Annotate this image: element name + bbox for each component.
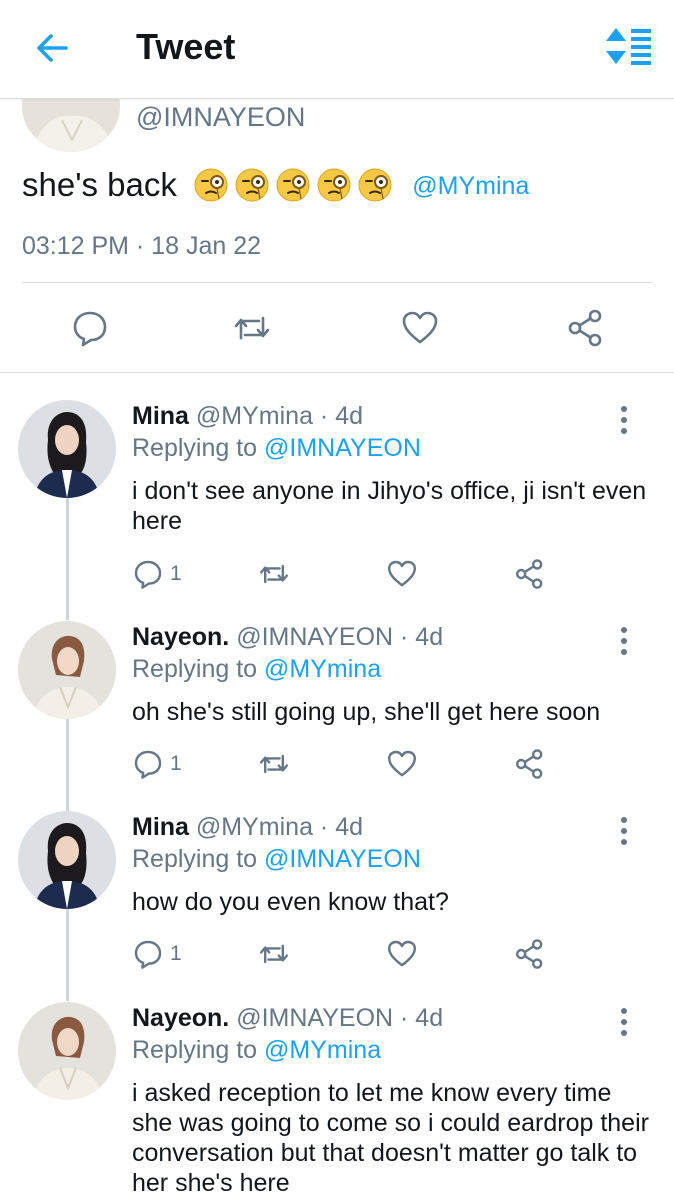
reply-avatar[interactable] xyxy=(18,1002,116,1100)
monocle-face-emoji-icon xyxy=(194,168,228,202)
reply-icon[interactable] xyxy=(132,558,164,590)
like-icon[interactable] xyxy=(400,308,440,348)
reply-author-name[interactable]: Nayeon. xyxy=(132,623,229,651)
emoji-group xyxy=(194,166,408,203)
reply-icon[interactable] xyxy=(132,938,164,970)
share-icon[interactable] xyxy=(566,308,606,348)
back-arrow-icon[interactable] xyxy=(32,28,72,68)
tweet-text: she's back @MYmina xyxy=(22,166,529,204)
reply-count: 1 xyxy=(170,562,182,585)
tweet-text-content: she's back xyxy=(22,166,177,203)
share-icon[interactable] xyxy=(514,558,546,590)
like-icon[interactable] xyxy=(386,558,418,590)
reply-text: how do you even know that? xyxy=(132,888,449,916)
reply-author-name[interactable]: Mina xyxy=(132,402,189,430)
reply-header: Mina @MYmina · 4d xyxy=(132,402,363,431)
like-icon[interactable] xyxy=(386,748,418,780)
divider xyxy=(0,372,674,373)
retweet-icon[interactable] xyxy=(258,748,290,780)
reply-icon[interactable] xyxy=(70,308,110,348)
reply-text: i don't see anyone in Jihyo's office, ji… xyxy=(132,477,647,535)
thread-connector xyxy=(66,498,69,620)
like-icon[interactable] xyxy=(386,938,418,970)
top-bar: Tweet xyxy=(0,0,674,99)
thread-connector xyxy=(66,719,69,811)
replying-to-mention[interactable]: @IMNAYEON xyxy=(264,845,421,873)
reply-meta: @IMNAYEON · 4d xyxy=(236,1004,444,1032)
reply-avatar[interactable] xyxy=(18,811,116,909)
reply-icon[interactable] xyxy=(132,748,164,780)
more-options-icon[interactable] xyxy=(612,404,636,436)
reply-avatar[interactable] xyxy=(18,621,116,719)
more-options-icon[interactable] xyxy=(612,1006,636,1038)
reply-author-name[interactable]: Mina xyxy=(132,813,189,841)
replying-to: Replying to @IMNAYEON xyxy=(132,845,421,874)
replying-to-label: Replying to xyxy=(132,655,258,683)
reply-header: Mina @MYmina · 4d xyxy=(132,813,363,842)
share-icon[interactable] xyxy=(514,748,546,780)
monocle-face-emoji-icon xyxy=(358,168,392,202)
reply-header: Nayeon. @IMNAYEON · 4d xyxy=(132,1004,443,1033)
reply-text: i asked reception to let me know every t… xyxy=(132,1079,649,1197)
replying-to-label: Replying to xyxy=(132,434,258,462)
reply-text: oh she's still going up, she'll get here… xyxy=(132,698,601,726)
page-title: Tweet xyxy=(136,26,236,67)
reply-meta: @IMNAYEON · 4d xyxy=(236,623,444,651)
tweet-timestamp: 03:12 PM · 18 Jan 22 xyxy=(22,232,262,260)
retweet-icon[interactable] xyxy=(258,558,290,590)
reply-header: Nayeon. @IMNAYEON · 4d xyxy=(132,623,443,652)
divider xyxy=(22,282,652,283)
tweet-mention-link[interactable]: @MYmina xyxy=(412,172,529,200)
share-icon[interactable] xyxy=(514,938,546,970)
monocle-face-emoji-icon xyxy=(276,168,310,202)
reply-author-name[interactable]: Nayeon. xyxy=(132,1004,229,1032)
more-options-icon[interactable] xyxy=(612,625,636,657)
more-options-icon[interactable] xyxy=(612,815,636,847)
reply-avatar[interactable] xyxy=(18,400,116,498)
replying-to-label: Replying to xyxy=(132,1036,258,1064)
monocle-face-emoji-icon xyxy=(235,168,269,202)
thread-connector xyxy=(66,909,69,1001)
reply-meta: @MYmina · 4d xyxy=(195,402,363,430)
retweet-icon[interactable] xyxy=(232,308,272,348)
replying-to: Replying to @MYmina xyxy=(132,1036,381,1065)
replying-to-label: Replying to xyxy=(132,845,258,873)
reply-meta: @MYmina · 4d xyxy=(195,813,363,841)
author-handle[interactable]: @IMNAYEON xyxy=(136,102,305,133)
reply-count: 1 xyxy=(170,752,182,775)
monocle-face-emoji-icon xyxy=(317,168,351,202)
retweet-icon[interactable] xyxy=(258,938,290,970)
replying-to-mention[interactable]: @IMNAYEON xyxy=(264,434,421,462)
reply-count: 1 xyxy=(170,942,182,965)
replying-to: Replying to @IMNAYEON xyxy=(132,434,421,463)
replying-to: Replying to @MYmina xyxy=(132,655,381,684)
sort-replies-icon[interactable] xyxy=(602,26,654,66)
replying-to-mention[interactable]: @MYmina xyxy=(264,1036,381,1064)
replying-to-mention[interactable]: @MYmina xyxy=(264,655,381,683)
